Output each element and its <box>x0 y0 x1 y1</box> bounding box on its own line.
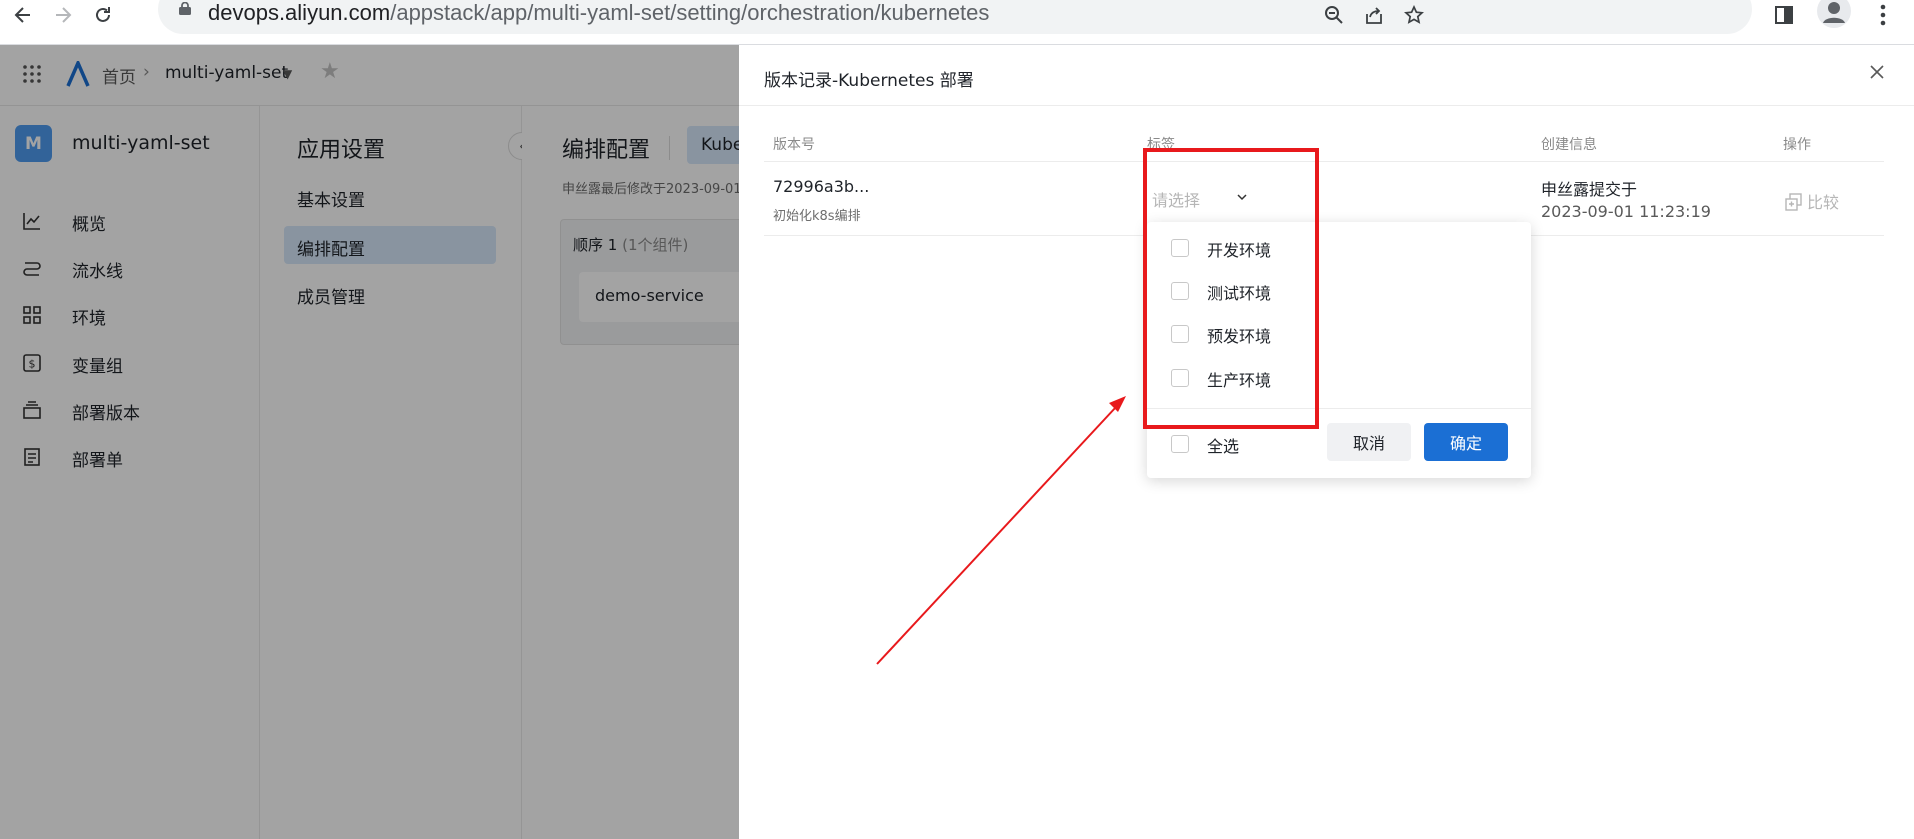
tag-dropdown-panel: 开发环境 测试环境 预发环境 生产环境 全选 取消 确定 <box>1147 222 1531 478</box>
column-header-created: 创建信息 <box>1541 137 1597 153</box>
drawer-title: 版本记录-Kubernetes 部署 <box>764 71 974 91</box>
compare-icon <box>1785 193 1802 211</box>
tag-select-placeholder: 请选择 <box>1152 191 1201 210</box>
checkbox[interactable] <box>1171 325 1189 343</box>
version-description: 初始化k8s编排 <box>773 209 861 224</box>
column-header-action: 操作 <box>1783 137 1811 153</box>
browser-toolbar: devops.aliyun.com/appstack/app/multi-yam… <box>0 0 1914 45</box>
confirm-button[interactable]: 确定 <box>1424 423 1508 461</box>
checkbox[interactable] <box>1171 369 1189 387</box>
divider <box>739 105 1914 106</box>
divider <box>1147 408 1531 409</box>
lock-icon <box>179 2 191 15</box>
checkbox[interactable] <box>1171 435 1189 453</box>
checkbox[interactable] <box>1171 282 1189 300</box>
checkbox[interactable] <box>1171 239 1189 257</box>
back-icon[interactable] <box>8 0 38 30</box>
side-panel-icon[interactable] <box>1769 0 1799 30</box>
share-icon[interactable] <box>1359 0 1389 30</box>
url-text: devops.aliyun.com/appstack/app/multi-yam… <box>208 0 990 25</box>
cancel-button[interactable]: 取消 <box>1327 423 1411 461</box>
chevron-down-icon <box>1237 194 1247 201</box>
column-header-version: 版本号 <box>773 137 815 153</box>
zoom-icon[interactable] <box>1319 0 1349 30</box>
address-bar[interactable]: devops.aliyun.com/appstack/app/multi-yam… <box>158 0 1752 34</box>
menu-kebab-icon[interactable] <box>1868 0 1898 30</box>
reload-icon[interactable] <box>88 0 118 30</box>
bookmark-star-icon[interactable] <box>1399 0 1429 30</box>
author-text: 申丝露提交于 <box>1541 180 1638 199</box>
modal-mask[interactable] <box>0 45 739 839</box>
column-header-tag: 标签 <box>1147 137 1175 153</box>
profile-avatar[interactable] <box>1817 0 1851 28</box>
created-time: 2023-09-01 11:23:19 <box>1541 202 1711 221</box>
compare-button[interactable]: 比较 <box>1785 189 1839 213</box>
version-id[interactable]: 72996a3b... <box>773 177 869 196</box>
divider <box>764 161 1884 162</box>
close-icon[interactable] <box>1869 61 1885 86</box>
forward-icon[interactable] <box>48 0 78 30</box>
